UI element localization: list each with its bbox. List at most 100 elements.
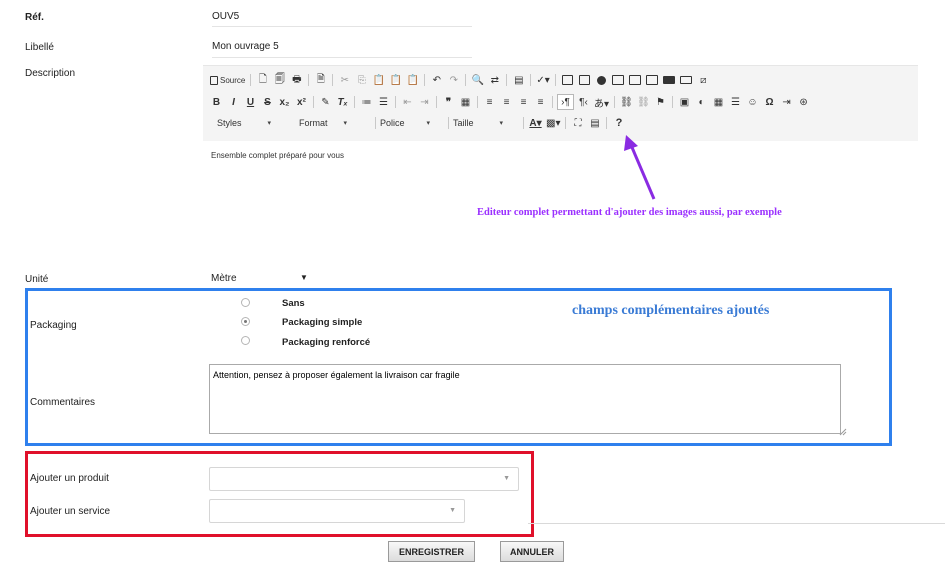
packaging-radio-renforce[interactable] <box>241 336 250 345</box>
preview-icon[interactable]: 🗐 <box>272 73 287 87</box>
packaging-label: Packaging <box>30 320 77 331</box>
strikethrough-icon[interactable]: S <box>260 95 275 109</box>
image-button-icon[interactable] <box>679 73 694 87</box>
copy-icon[interactable]: ⎘ <box>354 73 369 87</box>
help-button[interactable]: ? <box>611 116 626 130</box>
anchor-icon[interactable]: ⚑ <box>653 95 668 109</box>
blockquote-icon[interactable]: ❞ <box>441 95 456 109</box>
ajouter-produit-select[interactable]: ▼ <box>209 467 519 491</box>
numbered-list-icon[interactable]: ≔ <box>359 95 374 109</box>
remove-format-icon[interactable]: Tₓ <box>335 95 350 109</box>
paste-word-icon[interactable]: 📋 <box>405 73 420 87</box>
ref-label: Réf. <box>25 12 44 23</box>
div-container-icon[interactable]: ▦ <box>458 95 473 109</box>
language-icon[interactable]: あ▾ <box>593 95 610 110</box>
toolbar-row-1: Source 🗋 🗐 🖶 🗎 ✂ ⎘ 📋 📋 📋 ↶ ↷ 🔍 ⇄ ▤ ✓▾ ⧄ <box>209 71 713 89</box>
text-color-icon[interactable]: A▾ <box>528 116 543 130</box>
bold-icon[interactable]: B <box>209 95 224 109</box>
copy-format-icon[interactable]: ✎ <box>318 95 333 109</box>
size-dropdown[interactable]: Taille ▾ <box>453 118 515 128</box>
ref-field[interactable]: OUV5 <box>212 11 472 27</box>
annotation-arrow <box>624 135 656 200</box>
select-all-icon[interactable]: ▤ <box>511 73 526 87</box>
paste-text-icon[interactable]: 📋 <box>388 73 403 87</box>
spellcheck-icon[interactable]: ✓▾ <box>535 73 550 87</box>
commentaires-textarea[interactable]: Attention, pensez à proposer également l… <box>209 364 841 434</box>
radio-icon[interactable] <box>594 73 609 87</box>
ajouter-service-label: Ajouter un service <box>30 506 111 517</box>
libelle-value: Mon ouvrage 5 <box>212 41 279 52</box>
packaging-radio-simple[interactable] <box>241 317 250 326</box>
ref-value: OUV5 <box>212 11 240 22</box>
print-icon[interactable]: 🖶 <box>289 73 304 87</box>
subscript-icon[interactable]: x₂ <box>277 95 292 109</box>
image-icon[interactable]: ▣ <box>677 95 692 109</box>
packaging-option-simple: Packaging simple <box>282 317 363 328</box>
horizontal-line-icon[interactable]: ☰ <box>728 95 743 109</box>
textarea-icon[interactable] <box>628 73 643 87</box>
added-fields-annotation: champs complémentaires ajoutés <box>572 303 770 318</box>
chevron-down-icon: ▾ <box>267 120 272 127</box>
ltr-icon[interactable]: ›¶ <box>557 94 574 110</box>
align-right-icon[interactable]: ≡ <box>516 95 531 109</box>
divider <box>528 523 945 524</box>
special-char-icon[interactable]: Ω <box>762 95 777 109</box>
underline-icon[interactable]: U <box>243 95 258 109</box>
paste-icon[interactable]: 📋 <box>371 73 386 87</box>
show-blocks-icon[interactable]: ▤ <box>587 116 602 130</box>
table-icon[interactable]: ▦ <box>711 95 726 109</box>
source-button[interactable]: Source <box>209 73 246 87</box>
chevron-down-icon: ▾ <box>343 120 348 127</box>
font-label: Police <box>380 118 405 128</box>
font-dropdown[interactable]: Police ▾ <box>380 118 440 128</box>
resize-handle-icon[interactable] <box>839 428 847 436</box>
indent-icon[interactable]: ⇥ <box>417 95 432 109</box>
checkbox-icon[interactable] <box>577 73 592 87</box>
button-icon[interactable] <box>662 73 677 87</box>
save-button[interactable]: ENREGISTRER <box>388 541 475 562</box>
form-icon[interactable] <box>560 73 575 87</box>
size-label: Taille <box>453 118 474 128</box>
libelle-field[interactable]: Mon ouvrage 5 <box>212 41 472 58</box>
rich-text-editor-toolbar: Source 🗋 🗐 🖶 🗎 ✂ ⎘ 📋 📋 📋 ↶ ↷ 🔍 ⇄ ▤ ✓▾ ⧄ <box>203 65 918 141</box>
unite-value: Mètre <box>211 273 237 284</box>
page-break-icon[interactable]: ⇥ <box>779 95 794 109</box>
italic-icon[interactable]: I <box>226 95 241 109</box>
templates-icon[interactable]: 🗎 <box>313 73 328 87</box>
ajouter-service-select[interactable]: ▼ <box>209 499 465 523</box>
commentaires-label: Commentaires <box>30 397 96 408</box>
new-page-icon[interactable]: 🗋 <box>255 73 270 87</box>
format-dropdown[interactable]: Format ▾ <box>299 118 367 128</box>
outdent-icon[interactable]: ⇤ <box>400 95 415 109</box>
styles-dropdown[interactable]: Styles ▾ <box>217 118 293 128</box>
cancel-button[interactable]: ANNULER <box>500 541 564 562</box>
toolbar-row-3: Styles ▾ Format ▾ Police ▾ Taille ▾ A▾ ▩▾ ⛶ … <box>217 114 628 132</box>
packaging-option-renforce: Packaging renforcé <box>282 337 371 348</box>
unlink-icon[interactable]: ⛓ <box>636 95 651 109</box>
undo-icon[interactable]: ↶ <box>429 73 444 87</box>
cut-icon[interactable]: ✂ <box>337 73 352 87</box>
select-field-icon[interactable] <box>645 73 660 87</box>
maximize-icon[interactable]: ⛶ <box>570 116 585 130</box>
iframe-icon[interactable]: ⊛ <box>796 95 811 109</box>
hidden-field-icon[interactable]: ⧄ <box>696 73 711 87</box>
editor-content[interactable]: Ensemble complet préparé pour vous <box>211 151 344 160</box>
textfield-icon[interactable] <box>611 73 626 87</box>
styles-label: Styles <box>217 118 242 128</box>
align-center-icon[interactable]: ≡ <box>499 95 514 109</box>
replace-icon[interactable]: ⇄ <box>487 73 502 87</box>
superscript-icon[interactable]: x² <box>294 95 309 109</box>
redo-icon[interactable]: ↷ <box>446 73 461 87</box>
find-icon[interactable]: 🔍 <box>470 73 485 87</box>
align-left-icon[interactable]: ≡ <box>482 95 497 109</box>
unite-select[interactable]: Mètre ▼ <box>211 273 311 287</box>
flash-icon[interactable]: ◐ <box>694 95 709 109</box>
smiley-icon[interactable]: ☺ <box>745 95 760 109</box>
bulleted-list-icon[interactable]: ☰ <box>376 95 391 109</box>
link-icon[interactable]: ⛓ <box>619 95 634 109</box>
background-color-icon[interactable]: ▩▾ <box>545 116 561 130</box>
rtl-icon[interactable]: ¶‹ <box>576 95 591 109</box>
justify-icon[interactable]: ≡ <box>533 95 548 109</box>
chevron-down-icon: ▾ <box>499 120 504 127</box>
packaging-radio-sans[interactable] <box>241 298 250 307</box>
